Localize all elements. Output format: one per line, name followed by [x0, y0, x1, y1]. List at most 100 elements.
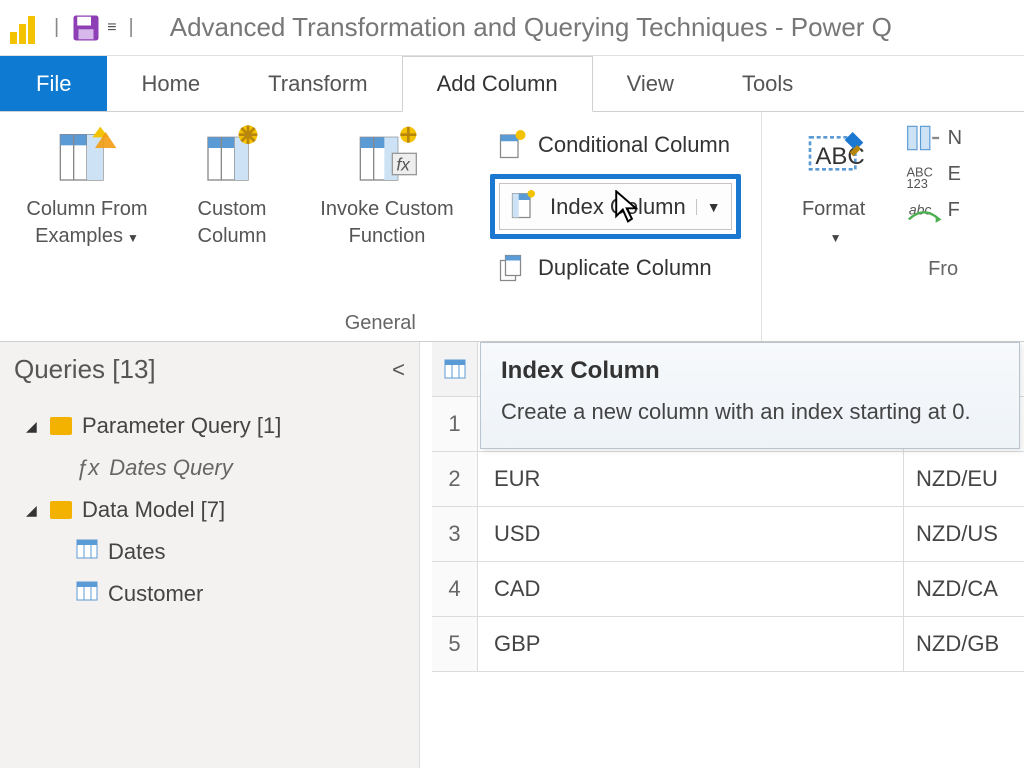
queries-title: Queries [13] — [14, 354, 156, 385]
duplicate-column-icon — [498, 253, 528, 283]
chevron-down-icon: ▼ — [830, 231, 842, 245]
svg-text:fx: fx — [396, 155, 411, 175]
tab-view[interactable]: View — [593, 56, 708, 111]
tab-home[interactable]: Home — [107, 56, 234, 111]
custom-column-button[interactable]: Custom Column — [172, 120, 292, 308]
expand-icon: ◢ — [26, 418, 40, 435]
tree-group-data-model[interactable]: ◢ Data Model [7] — [14, 489, 405, 531]
table-row[interactable]: 4 CAD NZD/CA — [432, 562, 1024, 617]
tree-label: Dates — [108, 539, 165, 565]
chevron-down-icon[interactable]: ▼ — [696, 199, 721, 215]
ribbon-group-general: Column From Examples▼ Custom Column — [0, 112, 762, 341]
format-button[interactable]: ABC Format ▼ — [774, 120, 894, 254]
tab-add-column[interactable]: Add Column — [402, 56, 593, 112]
collapse-panel-icon[interactable]: < — [392, 357, 405, 383]
tab-file[interactable]: File — [0, 56, 107, 111]
tooltip-body: Create a new column with an index starti… — [501, 397, 999, 428]
cell[interactable]: USD — [478, 507, 904, 561]
cell[interactable]: CAD — [478, 562, 904, 616]
extract-button[interactable]: ABC123 E — [906, 160, 962, 188]
btn-label: Duplicate Column — [538, 255, 712, 281]
merge-columns-icon — [906, 124, 942, 152]
side-label: N — [948, 127, 962, 150]
cell[interactable]: NZD/GB — [904, 617, 1024, 671]
row-number: 4 — [432, 562, 478, 616]
table-icon — [76, 539, 98, 565]
table-icon — [444, 359, 466, 379]
format-icon: ABC — [802, 124, 866, 188]
quick-access-dropdown[interactable]: ≡ — [107, 19, 116, 37]
tree-item-dates-query[interactable]: ƒx Dates Query — [14, 447, 405, 489]
lower-area: Queries [13] < ◢ Parameter Query [1] ƒx … — [0, 342, 1024, 768]
parse-icon: abc — [906, 196, 942, 224]
duplicate-column-button[interactable]: Duplicate Column — [490, 249, 741, 287]
invoke-custom-function-icon: fx — [355, 124, 419, 188]
tooltip-title: Index Column — [501, 357, 999, 385]
btn-label: Invoke Custom Function — [306, 196, 468, 250]
app-logo-icon — [10, 12, 42, 44]
custom-column-icon — [200, 124, 264, 188]
cell[interactable]: NZD/EU — [904, 452, 1024, 506]
main-area: 1 2 EUR NZD/EU 3 USD NZD/US 4 CAD NZD/CA… — [420, 342, 1024, 768]
tree-label: Data Model [7] — [82, 497, 225, 523]
parse-button[interactable]: abc F — [906, 196, 962, 224]
tree-item-dates[interactable]: Dates — [14, 531, 405, 573]
tree-label: Dates Query — [109, 455, 233, 481]
index-column-icon — [510, 190, 540, 223]
window-title: Advanced Transformation and Querying Tec… — [170, 12, 892, 43]
tree-item-customer[interactable]: Customer — [14, 573, 405, 615]
folder-icon — [50, 501, 72, 519]
side-label: E — [948, 163, 961, 186]
title-bar: | ≡ | Advanced Transformation and Queryi… — [0, 0, 1024, 56]
table-icon — [76, 581, 98, 607]
row-number: 1 — [432, 397, 478, 451]
row-number: 2 — [432, 452, 478, 506]
group-label-from: Fro — [774, 254, 962, 283]
queries-header: Queries [13] < — [14, 354, 405, 385]
cell[interactable]: NZD/US — [904, 507, 1024, 561]
save-icon — [71, 13, 101, 43]
grid-select-all[interactable] — [432, 342, 478, 396]
conditional-column-icon — [498, 130, 528, 160]
btn-label: Index Column — [550, 194, 686, 220]
btn-label: Conditional Column — [538, 132, 730, 158]
table-row[interactable]: 5 GBP NZD/GB — [432, 617, 1024, 672]
separator: | — [129, 16, 134, 39]
svg-text:123: 123 — [906, 176, 927, 188]
row-number: 3 — [432, 507, 478, 561]
extract-icon: ABC123 — [906, 160, 942, 188]
expand-icon: ◢ — [26, 502, 40, 519]
cell[interactable]: EUR — [478, 452, 904, 506]
tree-group-parameter-query[interactable]: ◢ Parameter Query [1] — [14, 405, 405, 447]
tab-transform[interactable]: Transform — [234, 56, 401, 111]
btn-label: Custom Column — [176, 196, 288, 250]
ribbon-group-format: ABC Format▼ N ABC1 — [762, 112, 974, 341]
folder-icon — [50, 417, 72, 435]
tab-tools[interactable]: Tools — [708, 56, 827, 111]
row-number: 5 — [432, 617, 478, 671]
fx-icon: ƒx — [76, 455, 99, 481]
ribbon-mid-group: Conditional Column Index Column ▼ — [482, 120, 749, 308]
merge-columns-button[interactable]: N — [906, 124, 962, 152]
cell[interactable]: NZD/CA — [904, 562, 1024, 616]
save-button[interactable] — [71, 13, 101, 43]
invoke-custom-function-button[interactable]: fx Invoke Custom Function — [302, 120, 472, 308]
chevron-down-icon: ▼ — [127, 231, 139, 245]
group-label-general: General — [12, 308, 749, 337]
btn-label: Format — [802, 198, 865, 220]
column-from-examples-icon — [55, 124, 119, 188]
conditional-column-button[interactable]: Conditional Column — [490, 126, 741, 164]
ribbon: Column From Examples▼ Custom Column — [0, 112, 1024, 342]
index-column-highlight: Index Column ▼ — [490, 174, 741, 239]
tree-label: Parameter Query [1] — [82, 413, 281, 439]
table-row[interactable]: 2 EUR NZD/EU — [432, 452, 1024, 507]
tree-label: Customer — [108, 581, 203, 607]
column-from-examples-button[interactable]: Column From Examples▼ — [12, 120, 162, 308]
ribbon-tabs: File Home Transform Add Column View Tool… — [0, 56, 1024, 112]
tooltip-index-column: Index Column Create a new column with an… — [480, 342, 1020, 449]
cell[interactable]: GBP — [478, 617, 904, 671]
separator: | — [54, 16, 59, 39]
table-row[interactable]: 3 USD NZD/US — [432, 507, 1024, 562]
side-label: F — [948, 199, 960, 222]
index-column-button[interactable]: Index Column ▼ — [499, 183, 732, 230]
